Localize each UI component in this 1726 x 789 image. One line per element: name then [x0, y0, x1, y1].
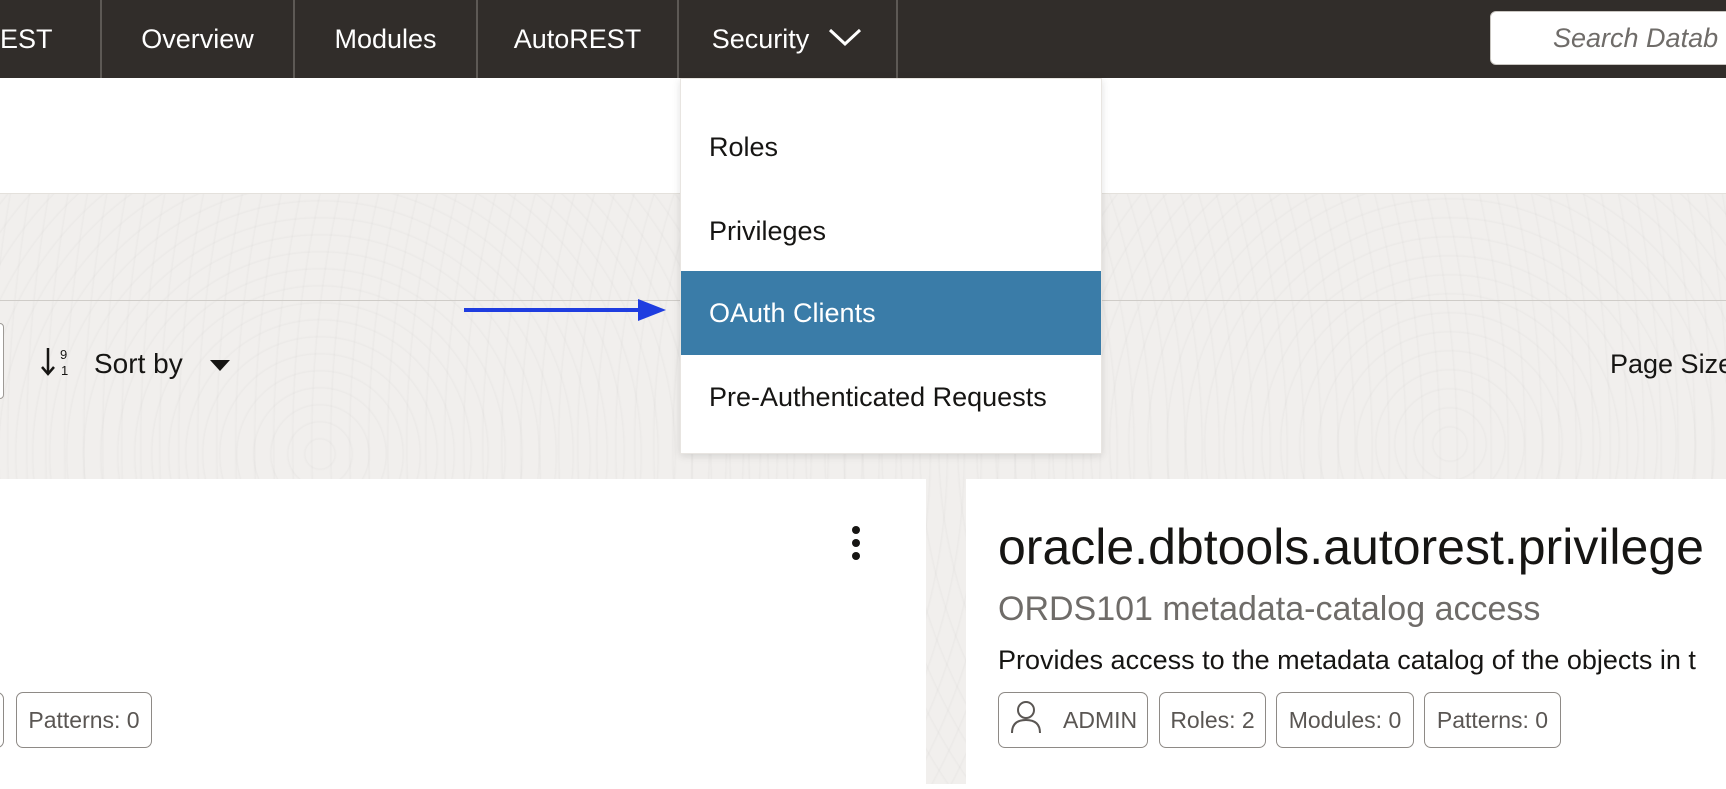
- card-title[interactable]: oracle.dbtools.autorest.privilege: [998, 518, 1704, 576]
- owner-chip-label: ADMIN: [1063, 706, 1138, 733]
- menu-item-privileges[interactable]: Privileges: [681, 189, 1101, 273]
- nav-item-modules[interactable]: Modules: [295, 0, 478, 78]
- menu-item-oauth-clients[interactable]: OAuth Clients: [681, 271, 1101, 355]
- chip-partial: [0, 692, 4, 748]
- card-subtitle: ORDS101 metadata-catalog access: [998, 590, 1541, 628]
- menu-item-label: Privileges: [709, 215, 827, 246]
- roles-chip: Roles: 2: [1159, 692, 1266, 748]
- menu-item-label: Pre-Authenticated Requests: [709, 381, 1047, 412]
- svg-text:1: 1: [61, 363, 68, 378]
- more-options-icon[interactable]: [846, 524, 866, 564]
- patterns-chip-label: Patterns: 0: [28, 706, 140, 733]
- nav-item-label: AutoREST: [513, 23, 642, 54]
- menu-item-roles[interactable]: Roles: [681, 105, 1101, 189]
- nav-item-autorest[interactable]: AutoREST: [478, 0, 679, 78]
- svg-text:9: 9: [60, 347, 67, 362]
- filter-control[interactable]: [0, 323, 4, 399]
- page-size-label: Page Size: [1610, 348, 1726, 379]
- sort-by-label: Sort by: [94, 348, 183, 379]
- annotation-arrow-icon: [462, 295, 668, 330]
- roles-chip-label: Roles: 2: [1170, 706, 1255, 733]
- patterns-chip: Patterns: 0: [16, 692, 152, 748]
- search-box: [1490, 11, 1726, 65]
- security-dropdown-menu: Roles Privileges OAuth Clients Pre-Authe…: [680, 78, 1102, 454]
- search-input[interactable]: [1551, 21, 1726, 55]
- nav-item-rest[interactable]: EST: [0, 0, 102, 78]
- modules-chip: Modules: 0: [1276, 692, 1414, 748]
- nav-item-label: Modules: [334, 23, 437, 54]
- menu-item-label: Roles: [709, 131, 779, 162]
- patterns-chip: Patterns: 0: [1424, 692, 1561, 748]
- sort-by-button[interactable]: 9 1 Sort by: [40, 344, 231, 384]
- nav-item-label: EST: [0, 23, 53, 54]
- nav-item-overview[interactable]: Overview: [102, 0, 295, 78]
- page-size-control[interactable]: Page Size: [1610, 344, 1726, 384]
- owner-chip: ADMIN: [998, 692, 1148, 748]
- menu-item-pre-authenticated-requests[interactable]: Pre-Authenticated Requests: [681, 355, 1101, 439]
- sort-icon: 9 1: [40, 344, 76, 385]
- modules-chip-label: Modules: 0: [1288, 706, 1402, 733]
- user-icon: [1009, 699, 1043, 741]
- top-nav-bar: EST Overview Modules AutoREST Security: [0, 0, 1726, 78]
- menu-item-label: OAuth Clients: [709, 297, 876, 328]
- patterns-chip-label: Patterns: 0: [1436, 706, 1549, 733]
- chevron-down-icon: [827, 24, 863, 55]
- nav-item-label: Overview: [141, 23, 254, 54]
- nav-item-security[interactable]: Security: [679, 0, 898, 78]
- card-description: Provides access to the metadata catalog …: [998, 645, 1696, 675]
- nav-item-label: Security: [711, 23, 810, 54]
- caret-down-icon: [209, 348, 231, 380]
